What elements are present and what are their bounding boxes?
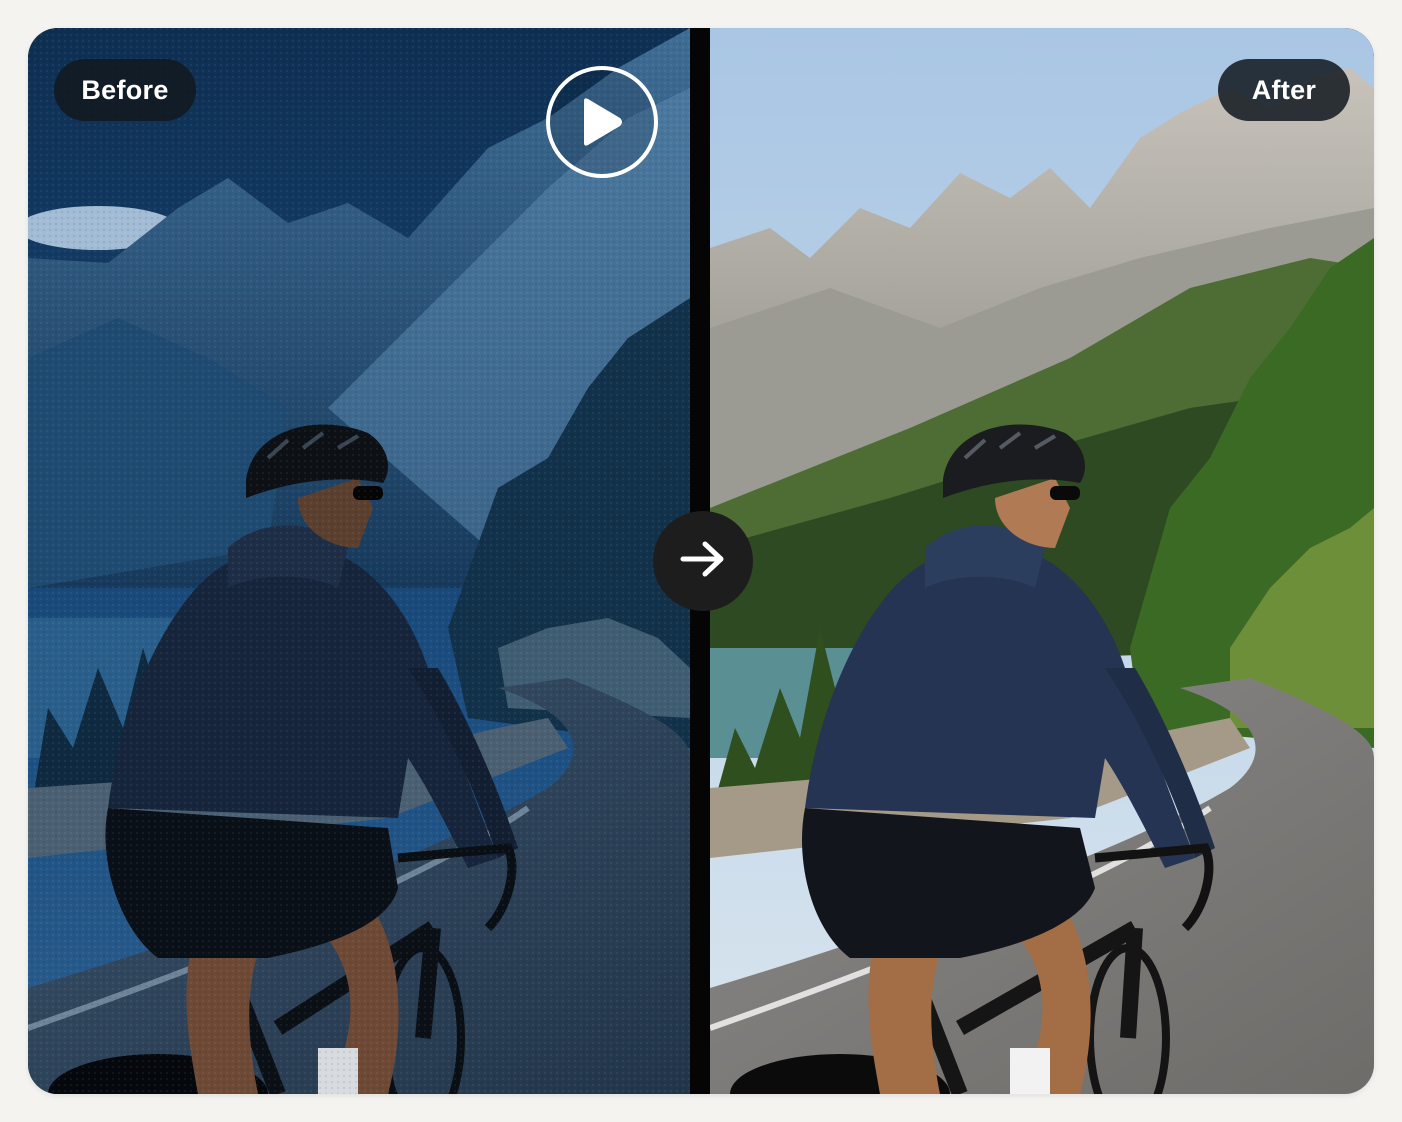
compare-arrow-button[interactable] — [653, 511, 753, 611]
before-label: Before — [54, 59, 196, 121]
before-image: Before — [28, 28, 690, 1094]
play-button[interactable] — [546, 66, 658, 178]
before-after-comparison: Before After — [28, 28, 1374, 1094]
after-label: After — [1218, 59, 1350, 121]
play-icon — [580, 97, 624, 147]
arrow-right-icon — [679, 539, 727, 584]
after-image: After — [710, 28, 1374, 1094]
